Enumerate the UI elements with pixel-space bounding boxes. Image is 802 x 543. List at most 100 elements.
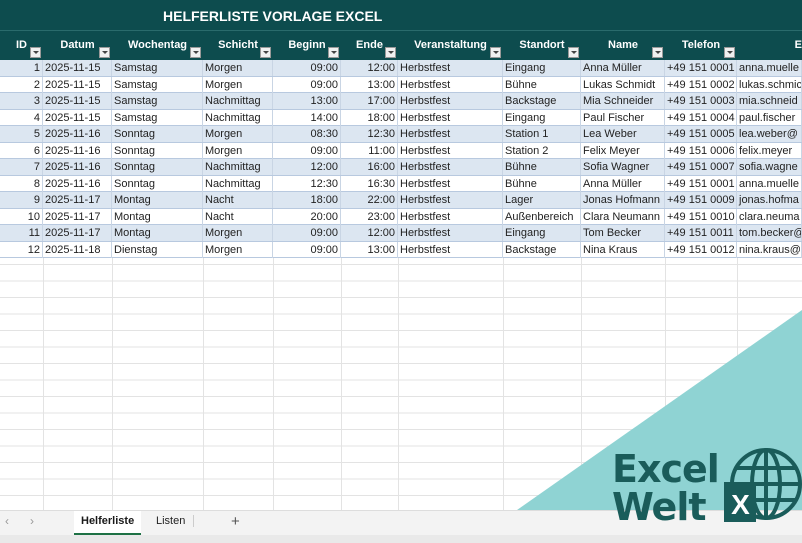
cell-datum[interactable]: 2025-11-16	[43, 159, 112, 175]
cell-veranstaltung[interactable]: Herbstfest	[398, 142, 503, 159]
cell-wochentag[interactable]: Montag	[112, 192, 203, 208]
cell-wochentag[interactable]: Montag	[112, 225, 203, 241]
cell-veranstaltung[interactable]: Herbstfest	[398, 175, 503, 192]
cell-id[interactable]: 10	[0, 208, 43, 225]
cell-ende[interactable]: 22:00	[341, 192, 398, 208]
cell-name[interactable]: Jonas Hofmann	[581, 192, 665, 208]
cell-telefon[interactable]: +49 151 0004	[665, 109, 737, 126]
sheet-tab-listen[interactable]: Listen	[148, 515, 195, 527]
cell-datum[interactable]: 2025-11-15	[43, 93, 112, 109]
cell-beginn[interactable]: 14:00	[273, 109, 341, 126]
cell-wochentag[interactable]: Sonntag	[112, 175, 203, 192]
cell-id[interactable]: 12	[0, 241, 43, 258]
cell-datum[interactable]: 2025-11-17	[43, 192, 112, 208]
cell-beginn[interactable]: 09:00	[273, 60, 341, 76]
cell-datum[interactable]: 2025-11-16	[43, 175, 112, 192]
cell-datum[interactable]: 2025-11-16	[43, 142, 112, 159]
cell-ende[interactable]: 12:00	[341, 60, 398, 76]
cell-name[interactable]: Anna Müller	[581, 60, 665, 76]
cell-standort[interactable]: Eingang	[503, 109, 581, 126]
cell-id[interactable]: 3	[0, 93, 43, 109]
cell-veranstaltung[interactable]: Herbstfest	[398, 126, 503, 142]
cell-wochentag[interactable]: Samstag	[112, 109, 203, 126]
cell-id[interactable]: 1	[0, 60, 43, 76]
cell-standort[interactable]: Lager	[503, 192, 581, 208]
cell-standort[interactable]: Bühne	[503, 76, 581, 93]
cell-name[interactable]: Felix Meyer	[581, 142, 665, 159]
cell-name[interactable]: Lea Weber	[581, 126, 665, 142]
cell-veranstaltung[interactable]: Herbstfest	[398, 76, 503, 93]
cell-beginn[interactable]: 20:00	[273, 208, 341, 225]
cell-wochentag[interactable]: Sonntag	[112, 142, 203, 159]
cell-veranstaltung[interactable]: Herbstfest	[398, 208, 503, 225]
cell-beginn[interactable]: 12:30	[273, 175, 341, 192]
cell-wochentag[interactable]: Montag	[112, 208, 203, 225]
cell-veranstaltung[interactable]: Herbstfest	[398, 159, 503, 175]
cell-standort[interactable]: Bühne	[503, 175, 581, 192]
cell-telefon[interactable]: +49 151 0012	[665, 241, 737, 258]
cell-datum[interactable]: 2025-11-15	[43, 60, 112, 76]
cell-id[interactable]: 4	[0, 109, 43, 126]
cell-veranstaltung[interactable]: Herbstfest	[398, 241, 503, 258]
cell-wochentag[interactable]: Sonntag	[112, 159, 203, 175]
filter-dropdown-icon[interactable]	[490, 47, 501, 58]
filter-dropdown-icon[interactable]	[30, 47, 41, 58]
cell-e[interactable]: sofia.wagne	[737, 159, 802, 175]
cell-e[interactable]: felix.meyer	[737, 142, 802, 159]
cell-id[interactable]: 11	[0, 225, 43, 241]
scroll-tabs-right-icon[interactable]: ›	[30, 514, 34, 528]
filter-dropdown-icon[interactable]	[568, 47, 579, 58]
cell-e[interactable]: jonas.hofma	[737, 192, 802, 208]
scroll-tabs-left-icon[interactable]: ‹	[5, 514, 9, 528]
filter-dropdown-icon[interactable]	[652, 47, 663, 58]
cell-e[interactable]: paul.fischer	[737, 109, 802, 126]
cell-datum[interactable]: 2025-11-17	[43, 225, 112, 241]
cell-e[interactable]: anna.muelle	[737, 175, 802, 192]
cell-schicht[interactable]: Morgen	[203, 142, 273, 159]
cell-name[interactable]: Mia Schneider	[581, 93, 665, 109]
cell-beginn[interactable]: 09:00	[273, 76, 341, 93]
cell-name[interactable]: Paul Fischer	[581, 109, 665, 126]
cell-e[interactable]: nina.kraus@	[737, 241, 802, 258]
cell-schicht[interactable]: Nachmittag	[203, 109, 273, 126]
cell-wochentag[interactable]: Samstag	[112, 93, 203, 109]
cell-ende[interactable]: 16:00	[341, 159, 398, 175]
cell-standort[interactable]: Station 1	[503, 126, 581, 142]
cell-schicht[interactable]: Morgen	[203, 241, 273, 258]
cell-wochentag[interactable]: Samstag	[112, 60, 203, 76]
cell-veranstaltung[interactable]: Herbstfest	[398, 60, 503, 76]
cell-datum[interactable]: 2025-11-15	[43, 76, 112, 93]
cell-veranstaltung[interactable]: Herbstfest	[398, 225, 503, 241]
filter-dropdown-icon[interactable]	[99, 47, 110, 58]
cell-telefon[interactable]: +49 151 0003	[665, 93, 737, 109]
cell-ende[interactable]: 11:00	[341, 142, 398, 159]
cell-beginn[interactable]: 09:00	[273, 142, 341, 159]
cell-ende[interactable]: 12:00	[341, 225, 398, 241]
cell-ende[interactable]: 18:00	[341, 109, 398, 126]
cell-schicht[interactable]: Nachmittag	[203, 159, 273, 175]
cell-schicht[interactable]: Morgen	[203, 60, 273, 76]
cell-datum[interactable]: 2025-11-15	[43, 109, 112, 126]
cell-veranstaltung[interactable]: Herbstfest	[398, 93, 503, 109]
cell-id[interactable]: 5	[0, 126, 43, 142]
cell-ende[interactable]: 13:00	[341, 241, 398, 258]
cell-name[interactable]: Nina Kraus	[581, 241, 665, 258]
sheet-tab-helferliste[interactable]: Helferliste	[74, 511, 142, 535]
cell-beginn[interactable]: 09:00	[273, 241, 341, 258]
cell-id[interactable]: 2	[0, 76, 43, 93]
add-sheet-button[interactable]: +	[231, 513, 240, 530]
cell-wochentag[interactable]: Samstag	[112, 76, 203, 93]
cell-schicht[interactable]: Nachmittag	[203, 175, 273, 192]
cell-wochentag[interactable]: Dienstag	[112, 241, 203, 258]
cell-ende[interactable]: 13:00	[341, 76, 398, 93]
cell-schicht[interactable]: Nacht	[203, 192, 273, 208]
cell-telefon[interactable]: +49 151 0009	[665, 192, 737, 208]
cell-ende[interactable]: 17:00	[341, 93, 398, 109]
filter-dropdown-icon[interactable]	[328, 47, 339, 58]
cell-e[interactable]: lea.weber@	[737, 126, 802, 142]
cell-name[interactable]: Anna Müller	[581, 175, 665, 192]
cell-id[interactable]: 8	[0, 175, 43, 192]
cell-id[interactable]: 9	[0, 192, 43, 208]
filter-dropdown-icon[interactable]	[260, 47, 271, 58]
cell-id[interactable]: 6	[0, 142, 43, 159]
